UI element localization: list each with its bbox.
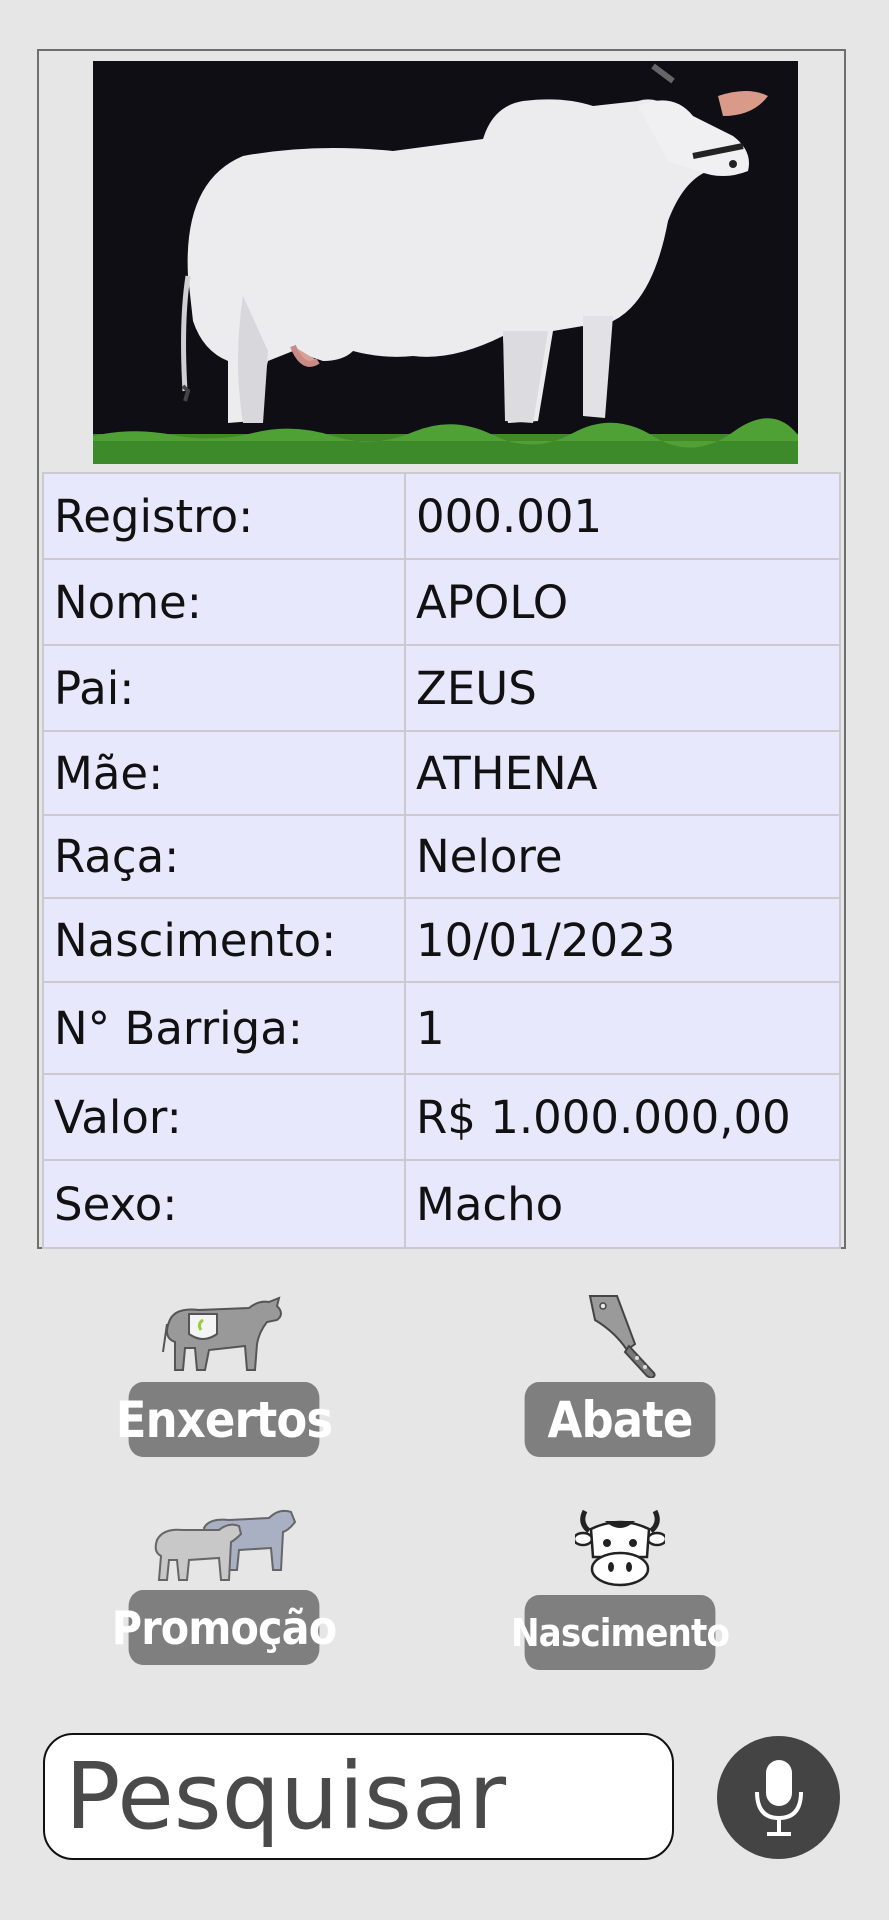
animal-info-table: Registro: 000.001 Nome: APOLO Pai: ZEUS … <box>42 472 841 1249</box>
cow-graft-icon <box>162 1296 282 1371</box>
animal-photo <box>93 61 798 464</box>
row-barriga: N° Barriga: 1 <box>42 981 841 1075</box>
cow-face-icon <box>575 1509 665 1587</box>
row-valor: Valor: R$ 1.000.000,00 <box>42 1073 841 1161</box>
abate-button[interactable]: Abate <box>524 1382 716 1457</box>
value-nome: APOLO <box>404 558 841 646</box>
label-nascimento: Nascimento: <box>42 897 406 983</box>
nascimento-button[interactable]: Nascimento <box>511 1595 730 1670</box>
microphone-icon <box>754 1759 803 1836</box>
cleaver-icon <box>588 1295 656 1378</box>
row-nascimento: Nascimento: 10/01/2023 <box>42 897 841 983</box>
search-input[interactable] <box>65 1743 672 1850</box>
label-mae: Mãe: <box>42 730 406 816</box>
label-barriga: N° Barriga: <box>42 981 406 1075</box>
label-registro: Registro: <box>42 472 406 560</box>
label-pai: Pai: <box>42 644 406 732</box>
row-sexo: Sexo: Macho <box>42 1159 841 1249</box>
label-nome: Nome: <box>42 558 406 646</box>
promocao-action[interactable]: Promoção <box>112 1500 337 1665</box>
value-pai: ZEUS <box>404 644 841 732</box>
value-sexo: Macho <box>404 1159 841 1249</box>
value-registro: 000.001 <box>404 472 841 560</box>
abate-action[interactable]: Abate <box>514 1292 726 1457</box>
nascimento-action[interactable]: Nascimento <box>511 1505 730 1670</box>
animal-card: Registro: 000.001 Nome: APOLO Pai: ZEUS … <box>37 49 846 1249</box>
search-box[interactable] <box>43 1733 674 1860</box>
value-nascimento: 10/01/2023 <box>404 897 841 983</box>
row-registro: Registro: 000.001 <box>42 472 841 560</box>
value-mae: ATHENA <box>404 730 841 816</box>
value-barriga: 1 <box>404 981 841 1075</box>
row-pai: Pai: ZEUS <box>42 644 841 732</box>
row-raca: Raça: Nelore <box>42 814 841 899</box>
value-valor: R$ 1.000.000,00 <box>404 1073 841 1161</box>
label-valor: Valor: <box>42 1073 406 1161</box>
mic-button[interactable] <box>717 1736 840 1859</box>
label-sexo: Sexo: <box>42 1159 406 1249</box>
row-nome: Nome: APOLO <box>42 558 841 646</box>
herd-icon <box>154 1509 297 1581</box>
row-mae: Mãe: ATHENA <box>42 730 841 816</box>
enxertos-button[interactable]: Enxertos <box>116 1382 333 1457</box>
promocao-button[interactable]: Promoção <box>112 1590 337 1665</box>
value-raca: Nelore <box>404 814 841 899</box>
enxertos-action[interactable]: Enxertos <box>116 1292 333 1457</box>
label-raca: Raça: <box>42 814 406 899</box>
